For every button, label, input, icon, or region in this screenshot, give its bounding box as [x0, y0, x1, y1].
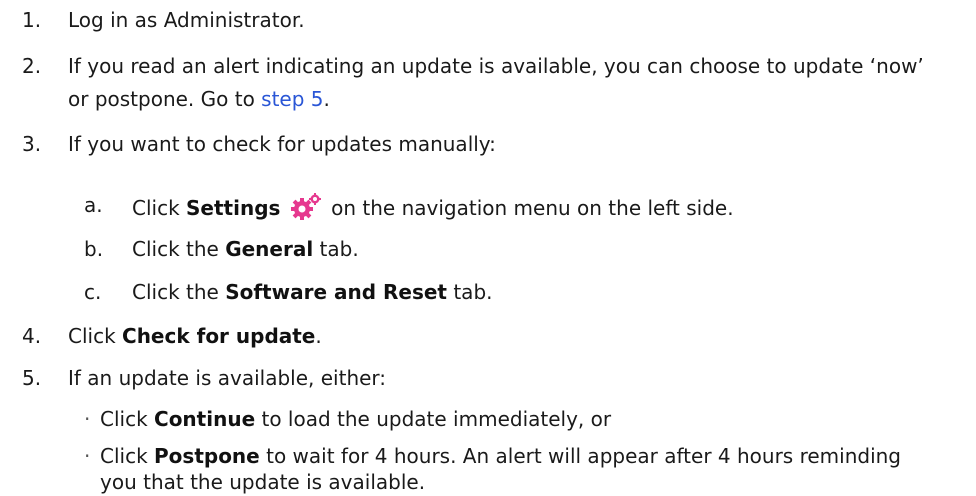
- substep-text: Click Settings on the navigation menu on…: [132, 193, 734, 221]
- instruction-document: 1. Log in as Administrator. 2. If you re…: [0, 0, 976, 496]
- substep-letter: b.: [84, 237, 104, 261]
- step-text: Click Check for update.: [68, 324, 322, 348]
- step-text-line-2: or postpone. Go to step 5.: [68, 87, 330, 111]
- step-text-line-1: If you read an alert indicating an updat…: [68, 54, 924, 78]
- substep-letter: a.: [84, 193, 103, 217]
- substep-text: Click the General tab.: [132, 237, 359, 261]
- bullet-symbol: ·: [84, 407, 91, 431]
- substep-text: Click the Software and Reset tab.: [132, 280, 493, 304]
- substep-letter: c.: [84, 280, 102, 304]
- bullet-text: Click Continue to load the update immedi…: [100, 407, 612, 431]
- software-reset-tab-label: Software and Reset: [225, 280, 447, 304]
- step-number: 4.: [22, 324, 42, 348]
- step-5-link[interactable]: step 5: [261, 87, 323, 111]
- step-number: 5.: [22, 366, 42, 390]
- step-text: If you want to check for updates manuall…: [68, 132, 496, 156]
- bullet-symbol: ·: [84, 444, 91, 468]
- settings-gear-icon: [289, 193, 323, 221]
- step-number: 1.: [22, 8, 42, 32]
- settings-label: Settings: [186, 196, 281, 220]
- bullet-text-line-2: you that the update is available.: [100, 470, 426, 494]
- step-number: 3.: [22, 132, 42, 156]
- step-text: Log in as Administrator.: [68, 8, 305, 32]
- general-tab-label: General: [225, 237, 314, 261]
- postpone-label: Postpone: [154, 444, 260, 468]
- continue-label: Continue: [154, 407, 256, 431]
- step-number: 2.: [22, 54, 42, 78]
- step-text: If an update is available, either:: [68, 366, 387, 390]
- bullet-text-line-1: Click Postpone to wait for 4 hours. An a…: [100, 444, 901, 468]
- check-for-update-label: Check for update: [122, 324, 316, 348]
